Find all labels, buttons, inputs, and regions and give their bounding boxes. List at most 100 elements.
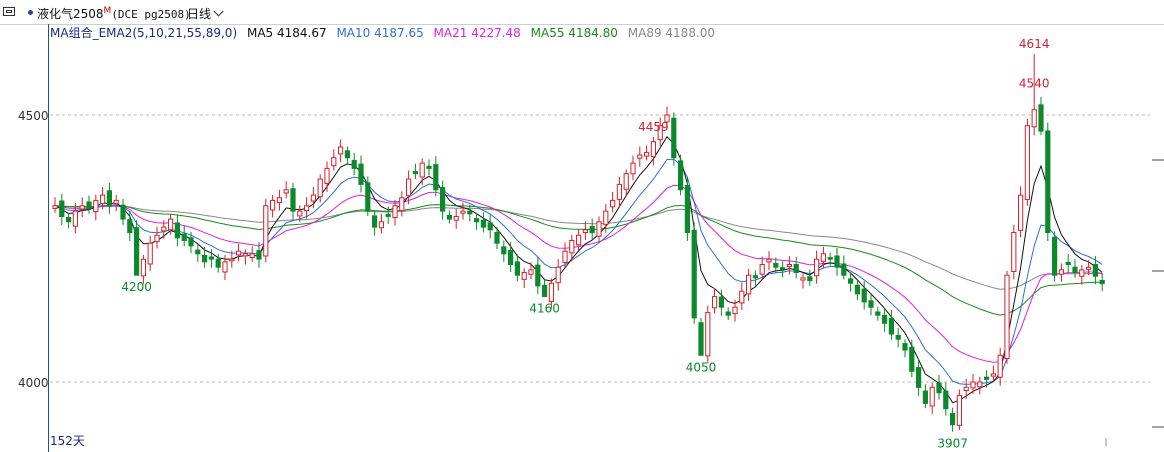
candle-body bbox=[310, 194, 316, 202]
extreme-label: 4614 bbox=[1019, 37, 1050, 51]
candle-body bbox=[562, 250, 568, 263]
candle-body bbox=[256, 250, 262, 260]
ma10-line bbox=[54, 158, 1103, 385]
candle-body bbox=[820, 253, 826, 262]
candle-body bbox=[827, 257, 833, 260]
candle-body bbox=[290, 188, 296, 212]
candle-body bbox=[460, 210, 466, 214]
candle-body bbox=[66, 217, 72, 223]
candle-body bbox=[582, 229, 588, 234]
candle-body bbox=[514, 261, 520, 276]
candle-body bbox=[807, 276, 813, 281]
candle-body bbox=[93, 199, 99, 213]
candle-body bbox=[630, 162, 636, 175]
candle-body bbox=[671, 117, 677, 159]
candle-body bbox=[909, 346, 915, 372]
candle-body bbox=[113, 199, 119, 205]
candle-body bbox=[868, 300, 874, 308]
candle-body bbox=[984, 376, 990, 380]
candle-body bbox=[997, 354, 1003, 378]
candle-body bbox=[1079, 269, 1085, 277]
candle-body bbox=[419, 162, 425, 178]
candle-body bbox=[208, 256, 215, 260]
candle-body bbox=[249, 253, 255, 259]
candlestick-chart[interactable]: 4459 4200 4540 4160 4050 3907 4614 bbox=[0, 0, 1164, 452]
candle-body bbox=[902, 343, 908, 351]
candle-body bbox=[1045, 130, 1051, 233]
candle-body bbox=[1011, 232, 1017, 272]
extreme-label: 4540 bbox=[1019, 77, 1050, 91]
candle-body bbox=[603, 210, 609, 225]
candle-body bbox=[528, 269, 534, 275]
candle-body bbox=[446, 214, 452, 220]
candle-body bbox=[276, 197, 282, 204]
candle-body bbox=[317, 178, 323, 198]
candle-body bbox=[936, 382, 942, 394]
candle-body bbox=[616, 183, 622, 200]
extreme-label: 4200 bbox=[121, 280, 152, 294]
candle-body bbox=[780, 267, 786, 271]
candle-body bbox=[487, 222, 493, 231]
extreme-label: 3907 bbox=[937, 437, 968, 451]
candle-body bbox=[861, 288, 867, 303]
candle-body bbox=[242, 253, 249, 257]
ma55-line bbox=[54, 204, 1103, 316]
candle-body bbox=[725, 311, 731, 316]
candle-body bbox=[358, 163, 364, 185]
candle-body bbox=[453, 216, 459, 221]
candle-body bbox=[188, 237, 194, 247]
candle-body bbox=[773, 263, 779, 268]
candle-body bbox=[283, 189, 289, 194]
candle-body bbox=[943, 390, 949, 410]
candle-body bbox=[1099, 280, 1105, 285]
candle-body bbox=[678, 160, 684, 191]
candle-body bbox=[1086, 266, 1092, 270]
candle-body bbox=[120, 204, 126, 220]
candle-body bbox=[385, 213, 391, 217]
candle-body bbox=[610, 199, 616, 208]
extreme-label: 4459 bbox=[638, 120, 669, 134]
extreme-label: 4160 bbox=[529, 302, 560, 316]
candle-body bbox=[793, 264, 799, 273]
candle-body bbox=[1092, 264, 1099, 277]
candle-body bbox=[440, 187, 446, 212]
candle-body bbox=[202, 254, 208, 263]
candle-body bbox=[59, 200, 65, 217]
candle-body bbox=[378, 221, 384, 229]
candle-body bbox=[331, 157, 337, 167]
candle-body bbox=[922, 390, 928, 404]
candle-body bbox=[596, 221, 602, 237]
candle-body bbox=[508, 250, 514, 266]
candle-body bbox=[848, 278, 854, 284]
candle-body bbox=[521, 272, 527, 280]
candle-body bbox=[691, 229, 697, 319]
candle-body bbox=[589, 226, 595, 234]
candle-body bbox=[412, 171, 418, 175]
candle-body bbox=[712, 296, 718, 309]
candle-body bbox=[494, 232, 500, 244]
candle-body bbox=[215, 258, 221, 268]
candle-body bbox=[127, 219, 133, 233]
candle-body bbox=[372, 215, 378, 228]
candle-body bbox=[759, 264, 765, 275]
candle-body bbox=[467, 210, 473, 215]
candle-body bbox=[705, 312, 711, 357]
candle-body bbox=[950, 413, 956, 426]
candle-body bbox=[1031, 109, 1037, 128]
candle-body bbox=[746, 274, 752, 295]
candle-body bbox=[888, 318, 894, 335]
candle-body bbox=[990, 373, 996, 377]
candle-body bbox=[623, 173, 629, 190]
candle-body bbox=[72, 210, 79, 227]
candle-body bbox=[1024, 125, 1031, 200]
candle-body bbox=[236, 250, 242, 256]
candle-body bbox=[195, 249, 201, 255]
candle-body bbox=[800, 277, 806, 281]
candle-body bbox=[718, 296, 724, 308]
candle-body bbox=[351, 159, 357, 169]
candle-body bbox=[637, 154, 643, 159]
candle-body bbox=[1065, 261, 1071, 265]
candle-body bbox=[752, 275, 758, 279]
candle-body bbox=[882, 314, 888, 324]
candle-body bbox=[766, 258, 772, 263]
